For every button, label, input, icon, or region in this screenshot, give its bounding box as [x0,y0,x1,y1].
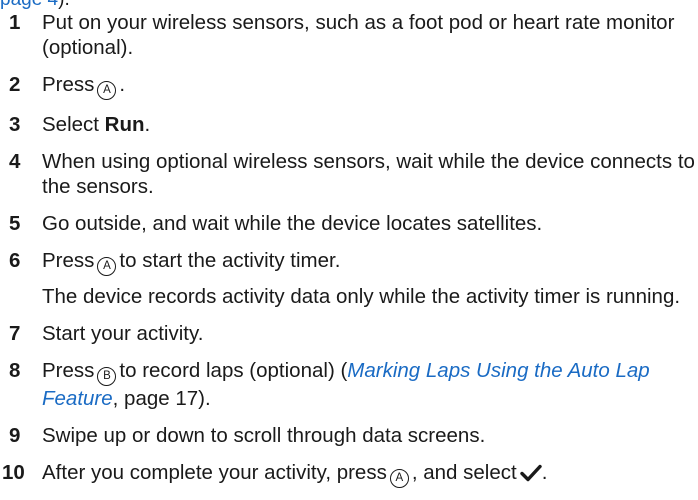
step-number: 7 [9,322,21,345]
step-text: Put on your wireless sensors, such as a … [42,11,675,59]
step-number: 3 [9,113,21,136]
step-text: When using optional wireless sensors, wa… [42,150,695,198]
button-b-icon: B [97,367,117,386]
button-a-icon: A [97,257,117,276]
step-6: 6 Press Ato start the activity timer. [0,248,698,276]
button-a-icon: A [389,469,409,488]
page-reference-link[interactable]: page 4 [0,0,58,10]
step-3: 3 Select Run. [0,112,698,137]
step-number: 9 [9,424,21,447]
checkmark-icon [519,464,542,482]
step-text: Go outside, and wait while the device lo… [42,212,543,235]
step-number: 2 [9,73,21,96]
step-text: Press A. [42,73,125,100]
step-text: Start your activity. [42,322,204,345]
button-a-icon: A [97,81,117,100]
steps-list: 1 Put on your wireless sensors, such as … [0,10,698,500]
step-number: 8 [9,359,21,382]
step-5: 5 Go outside, and wait while the device … [0,211,698,236]
step-number: 4 [9,150,21,173]
step-number: 6 [9,249,21,272]
step-text: Swipe up or down to scroll through data … [42,424,486,447]
step-number: 10 [2,461,25,484]
step-number: 1 [9,11,21,34]
step-note: The device records activity data only wh… [42,285,681,308]
step-text: Press Ato start the activity timer. [42,249,340,276]
bold-term: Run [104,113,145,136]
step-8: 8 Press Bto record laps (optional) (Marki… [0,358,698,411]
step-2: 2 Press A. [0,72,698,100]
step-1: 1 Put on your wireless sensors, such as … [0,10,698,60]
step-text: After you complete your activity, press A… [42,461,547,488]
step-text: Select Run. [42,113,151,136]
step-10: 10 After you complete your activity, pre… [0,460,698,488]
step-7: 7 Start your activity. [0,321,698,346]
step-text: Press Bto record laps (optional) (Marking… [42,359,650,410]
step-4: 4 When using optional wireless sensors, … [0,149,698,199]
step-9: 9 Swipe up or down to scroll through dat… [0,423,698,448]
step-number: 5 [9,212,21,235]
manual-page: page 4). 1 Put on your wireless sensors,… [0,0,698,491]
